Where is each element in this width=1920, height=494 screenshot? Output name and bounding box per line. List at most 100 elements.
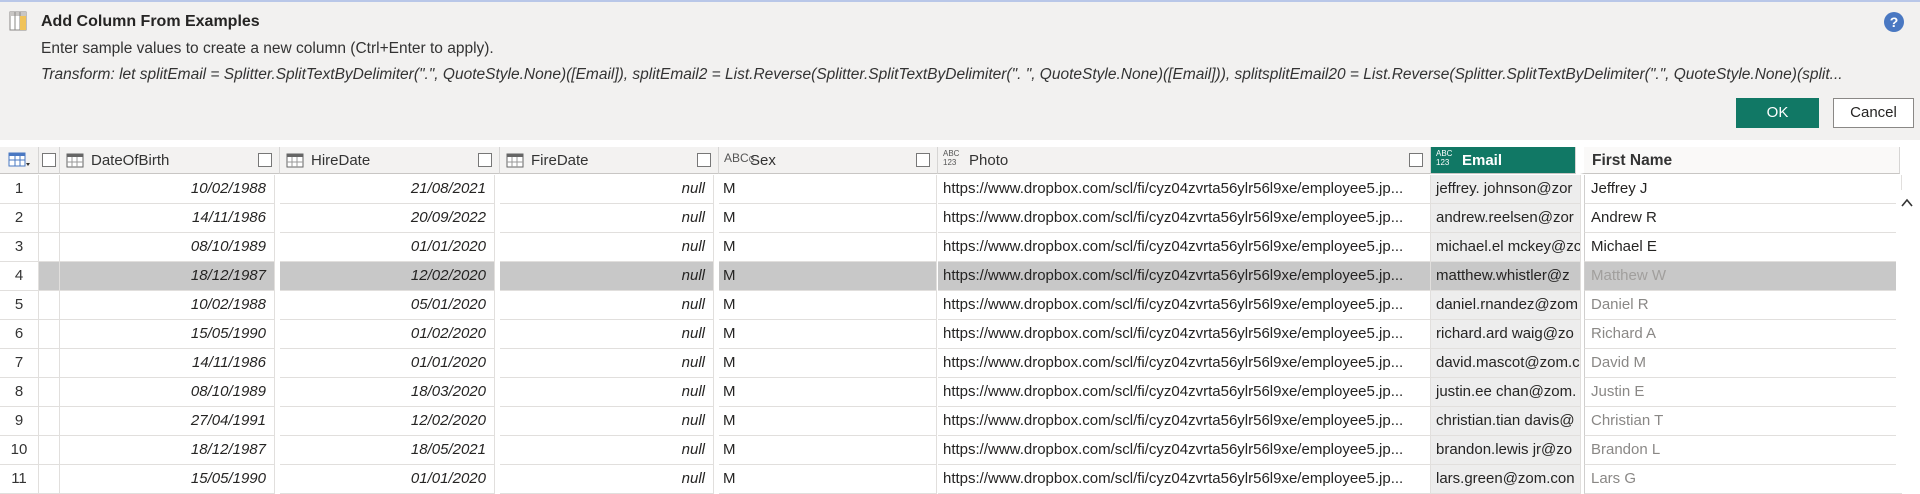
cell-dateofbirth: 14/11/1986 — [60, 204, 275, 233]
cell-hiredate: 21/08/2021 — [280, 175, 495, 204]
ok-button[interactable]: OK — [1736, 98, 1819, 128]
cell-photo: https://www.dropbox.com/scl/fi/cyz04zvrt… — [938, 320, 1431, 349]
cell-hiredate: 05/01/2020 — [280, 291, 495, 320]
column-header-sex[interactable]: ABCC Sex — [719, 147, 938, 174]
cell-hiredate: 20/09/2022 — [280, 204, 495, 233]
cell-first-name[interactable]: Michael E — [1584, 233, 1902, 262]
row-number: 11 — [0, 465, 39, 494]
column-header-first-name[interactable]: First Name — [1580, 147, 1900, 174]
row-selector[interactable] — [39, 291, 60, 320]
cell-first-name[interactable]: Daniel R — [1584, 291, 1902, 320]
cell-hiredate-value: 12/02/2020 — [410, 267, 486, 284]
column-name-dateofbirth: DateOfBirth — [91, 152, 170, 169]
table-row[interactable]: 9 27/04/1991 12/02/2020 null Mhttps://www.dr… — [0, 407, 1902, 436]
cell-first-name[interactable]: David M — [1584, 349, 1902, 378]
cell-photo: https://www.dropbox.com/scl/fi/cyz04zvrt… — [938, 407, 1431, 436]
cell-hiredate: 01/01/2020 — [280, 349, 495, 378]
cell-firedate-value: null — [681, 209, 705, 226]
table-row[interactable]: 2 14/11/1986 20/09/2022 null Mhttps://www.dr… — [0, 204, 1902, 233]
cell-firedate: null — [500, 175, 714, 204]
cell-email: justin.ee chan@zom. — [1431, 378, 1581, 407]
cell-first-name[interactable]: Andrew R — [1584, 204, 1902, 233]
column-header-photo[interactable]: ABC 123 Photo — [938, 147, 1431, 174]
column-name-sex: Sex — [750, 152, 776, 169]
column-filter-checkbox-sex[interactable] — [916, 153, 930, 167]
cell-firedate: null — [500, 291, 714, 320]
cell-hiredate-value: 05/01/2020 — [410, 296, 486, 313]
column-header-row: DateOfBirth HireDate FireDate ABCC Sex A… — [0, 147, 1920, 174]
column-header-firedate[interactable]: FireDate — [500, 147, 719, 174]
cell-first-name[interactable]: Brandon L — [1584, 436, 1902, 465]
vertical-scrollbar[interactable] — [1896, 190, 1920, 493]
table-row[interactable]: 10 18/12/1987 18/05/2021 null Mhttps://www.d… — [0, 436, 1902, 465]
table-row[interactable]: 8 08/10/1989 18/03/2020 null Mhttps://www.dr… — [0, 378, 1902, 407]
cell-dateofbirth-value: 18/12/1987 — [190, 267, 266, 284]
row-selector[interactable] — [39, 349, 60, 378]
column-header-dateofbirth[interactable]: DateOfBirth — [60, 147, 280, 174]
date-type-icon — [286, 153, 304, 168]
cell-first-name[interactable]: Richard A — [1584, 320, 1902, 349]
cell-hiredate: 01/01/2020 — [280, 233, 495, 262]
add-column-icon — [9, 11, 27, 31]
row-number: 7 — [0, 349, 39, 378]
cell-dateofbirth: 18/12/1987 — [60, 262, 275, 291]
cell-sex: M — [719, 407, 937, 436]
table-row[interactable]: 3 08/10/1989 01/01/2020 null Mhttps://www.dr… — [0, 233, 1902, 262]
cell-first-name[interactable]: Jeffrey J — [1584, 175, 1902, 204]
cell-first-name[interactable]: Justin E — [1584, 378, 1902, 407]
cell-firedate: null — [500, 320, 714, 349]
cell-firedate-value: null — [681, 412, 705, 429]
column-filter-checkbox-firedate[interactable] — [697, 153, 711, 167]
dialog-subtitle: Enter sample values to create a new colu… — [41, 40, 494, 57]
row-selector[interactable] — [39, 436, 60, 465]
row-selector[interactable] — [39, 465, 60, 494]
cell-firedate: null — [500, 233, 714, 262]
chevron-up-icon[interactable] — [1901, 197, 1913, 209]
row-selector[interactable] — [39, 233, 60, 262]
cell-first-name[interactable]: Lars G — [1584, 465, 1902, 494]
row-selector[interactable] — [39, 204, 60, 233]
select-all-column-header[interactable] — [39, 147, 60, 174]
table-row[interactable]: 4 18/12/1987 12/02/2020 null Mhttps://www.dr… — [0, 262, 1902, 291]
cancel-button[interactable]: Cancel — [1833, 98, 1914, 128]
cell-firedate: null — [500, 436, 714, 465]
new-column-name[interactable]: First Name — [1592, 152, 1672, 170]
cell-email: daniel.rnandez@zom — [1431, 291, 1581, 320]
cell-dateofbirth-value: 14/11/1986 — [192, 354, 266, 371]
cell-first-name[interactable]: Christian T — [1584, 407, 1902, 436]
column-header-hiredate[interactable]: HireDate — [280, 147, 500, 174]
column-filter-checkbox-dateofbirth[interactable] — [258, 153, 272, 167]
cell-photo: https://www.dropbox.com/scl/fi/cyz04zvrt… — [938, 465, 1431, 494]
row-selector[interactable] — [39, 407, 60, 436]
cell-email: michael.el mckey@zc — [1431, 233, 1581, 262]
row-selector[interactable] — [39, 378, 60, 407]
cell-hiredate-value: 21/08/2021 — [410, 180, 486, 197]
row-selector[interactable] — [39, 175, 60, 204]
table-menu-button[interactable] — [0, 147, 39, 174]
cell-firedate: null — [500, 349, 714, 378]
column-filter-checkbox-hiredate[interactable] — [478, 153, 492, 167]
help-icon[interactable]: ? — [1884, 12, 1904, 32]
cell-email: david.mascot@zom.c — [1431, 349, 1581, 378]
cell-first-name[interactable]: Matthew W — [1584, 262, 1902, 291]
cell-sex: M — [719, 320, 937, 349]
cell-hiredate-value: 18/05/2021 — [410, 441, 486, 458]
table-row[interactable]: 11 15/05/1990 01/01/2020 null Mhttps://www.d… — [0, 465, 1902, 494]
column-header-email[interactable]: ABC 123 Email — [1431, 147, 1576, 174]
cell-sex: M — [719, 291, 937, 320]
cell-firedate: null — [500, 407, 714, 436]
table-row[interactable]: 7 14/11/1986 01/01/2020 null Mhttps://www.dr… — [0, 349, 1902, 378]
row-selector[interactable] — [39, 320, 60, 349]
table-row[interactable]: 1 10/02/1988 21/08/2021 null Mhttps://www.dr… — [0, 175, 1902, 204]
cell-dateofbirth: 15/05/1990 — [60, 465, 275, 494]
dialog-title: Add Column From Examples — [41, 13, 260, 30]
cell-dateofbirth-value: 18/12/1987 — [190, 441, 266, 458]
date-type-icon — [506, 153, 524, 168]
row-number: 2 — [0, 204, 39, 233]
table-row[interactable]: 5 10/02/1988 05/01/2020 null Mhttps://www.dr… — [0, 291, 1902, 320]
row-selector[interactable] — [39, 262, 60, 291]
cell-hiredate: 01/02/2020 — [280, 320, 495, 349]
select-all-checkbox[interactable] — [42, 153, 56, 167]
table-row[interactable]: 6 15/05/1990 01/02/2020 null Mhttps://www.dr… — [0, 320, 1902, 349]
column-filter-checkbox-photo[interactable] — [1409, 153, 1423, 167]
